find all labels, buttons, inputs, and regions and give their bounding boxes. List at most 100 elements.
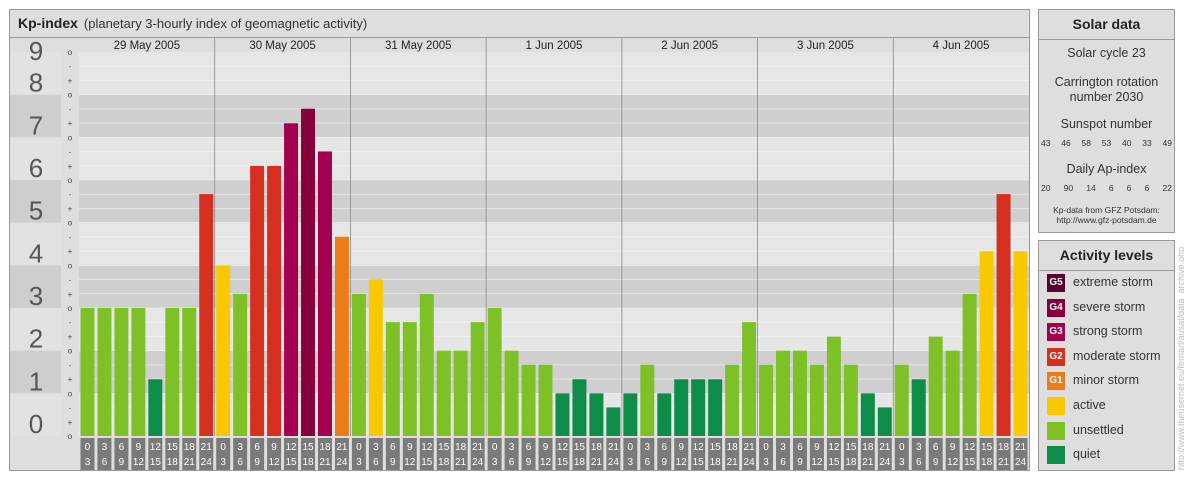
bar-36 — [691, 379, 706, 436]
bar-18 — [385, 322, 400, 436]
interval-end-25: 6 — [509, 457, 515, 468]
interval-start-2: 6 — [119, 442, 125, 453]
interval-start-40: 0 — [763, 442, 769, 453]
bar-27 — [538, 364, 553, 436]
interval-end-5: 18 — [167, 457, 179, 468]
sunspot-title: Sunspot number — [1060, 117, 1153, 131]
bar-16 — [351, 293, 366, 436]
y-tick-6: 6 — [29, 153, 43, 183]
bar-12 — [284, 123, 299, 437]
interval-end-3: 12 — [133, 457, 145, 468]
interval-end-11: 12 — [269, 457, 281, 468]
bar-51 — [945, 350, 960, 436]
interval-end-9: 6 — [237, 457, 243, 468]
bar-38 — [725, 364, 740, 436]
interval-start-12: 12 — [285, 442, 297, 453]
legend-label: quiet — [1073, 447, 1101, 462]
bar-26 — [521, 364, 536, 436]
interval-start-30: 18 — [591, 442, 603, 453]
interval-start-34: 6 — [661, 442, 667, 453]
y-tick-3: 3 — [29, 281, 43, 311]
interval-end-35: 12 — [676, 457, 688, 468]
legend-item-quiet: quiet — [1047, 446, 1172, 465]
bar-39 — [742, 322, 757, 436]
interval-start-52: 12 — [964, 442, 976, 453]
interval-end-21: 18 — [438, 457, 450, 468]
sunspot-row: 43 46 58 53 40 33 49 — [1041, 138, 1172, 148]
bar-43 — [809, 364, 824, 436]
interval-start-22: 18 — [455, 442, 467, 453]
bar-20 — [419, 293, 434, 436]
minor-tick-1: + — [68, 418, 73, 427]
band-8 — [79, 52, 1029, 95]
interval-start-1: 3 — [102, 442, 108, 453]
day-label-4: 2 Jun 2005 — [661, 40, 718, 52]
interval-start-54: 18 — [998, 442, 1010, 453]
sunspot-value-4: 40 — [1122, 138, 1132, 148]
minor-tick-15: o — [68, 219, 73, 228]
interval-start-31: 21 — [608, 442, 620, 453]
day-label-0: 29 May 2005 — [114, 40, 181, 52]
interval-start-10: 6 — [254, 442, 260, 453]
interval-start-9: 3 — [237, 442, 243, 453]
y-tick-7: 7 — [29, 110, 43, 140]
interval-end-38: 21 — [727, 457, 739, 468]
bar-34 — [657, 393, 672, 436]
bar-14 — [318, 151, 332, 436]
y-tick-4: 4 — [29, 238, 43, 268]
credit-link[interactable]: http://www.gfz-potsdam.de — [1039, 215, 1174, 225]
band-4 — [79, 222, 1029, 266]
interval-start-13: 15 — [302, 442, 314, 453]
bar-8 — [216, 265, 231, 436]
sunspot-value-2: 58 — [1081, 138, 1091, 148]
interval-end-30: 21 — [591, 457, 603, 468]
bar-0 — [80, 308, 95, 436]
interval-end-48: 3 — [899, 457, 905, 468]
kp-chart: 0123456789o+-o+-o+-o+-o+-o+-o+-o+-o+-o29… — [10, 10, 1029, 470]
interval-start-28: 12 — [557, 442, 569, 453]
interval-end-36: 15 — [693, 457, 705, 468]
minor-tick-6: o — [68, 347, 73, 356]
interval-end-27: 12 — [540, 457, 552, 468]
interval-start-37: 15 — [710, 442, 722, 453]
bar-24 — [487, 308, 502, 436]
ap-value-4: 6 — [1126, 183, 1132, 193]
ap-value-3: 6 — [1108, 183, 1114, 193]
interval-start-39: 21 — [744, 442, 756, 453]
bar-46 — [860, 393, 875, 436]
interval-end-13: 18 — [302, 457, 314, 468]
interval-end-52: 15 — [964, 457, 976, 468]
activity-levels-panel: Activity levels G5 extreme storm G4 severe … — [1038, 240, 1175, 471]
minor-tick-19: + — [68, 162, 73, 171]
interval-start-23: 21 — [472, 442, 484, 453]
legend-item-minor-storm: G1 minor storm — [1047, 372, 1172, 391]
ap-value-0: 20 — [1041, 183, 1051, 193]
carrington-rotation-number: number 2030 — [1069, 90, 1144, 104]
bar-28 — [555, 393, 570, 436]
interval-start-19: 9 — [407, 442, 413, 453]
minor-tick-22: + — [68, 119, 73, 128]
minor-tick-18: o — [68, 176, 73, 185]
minor-tick-24: o — [68, 91, 73, 100]
sunspot-value-3: 53 — [1101, 138, 1112, 148]
legend-label: minor storm — [1073, 373, 1139, 388]
interval-end-47: 24 — [879, 457, 891, 468]
minor-tick-12: o — [68, 261, 73, 270]
bar-11 — [267, 165, 282, 437]
interval-end-19: 12 — [404, 457, 416, 468]
interval-end-39: 24 — [744, 457, 756, 468]
interval-end-16: 3 — [356, 457, 362, 468]
interval-end-45: 18 — [845, 457, 857, 468]
bar-33 — [640, 364, 655, 436]
interval-end-7: 24 — [201, 457, 213, 468]
legend-label: unsettled — [1073, 422, 1124, 437]
bar-44 — [826, 336, 841, 436]
interval-start-48: 0 — [899, 442, 905, 453]
credit-line-1: Kp-data from GFZ Potsdam: — [1053, 205, 1160, 215]
interval-start-25: 3 — [509, 442, 515, 453]
bar-35 — [674, 379, 689, 436]
bar-17 — [368, 279, 383, 436]
bar-45 — [843, 364, 858, 436]
bar-9 — [233, 293, 248, 436]
interval-end-18: 9 — [390, 457, 396, 468]
